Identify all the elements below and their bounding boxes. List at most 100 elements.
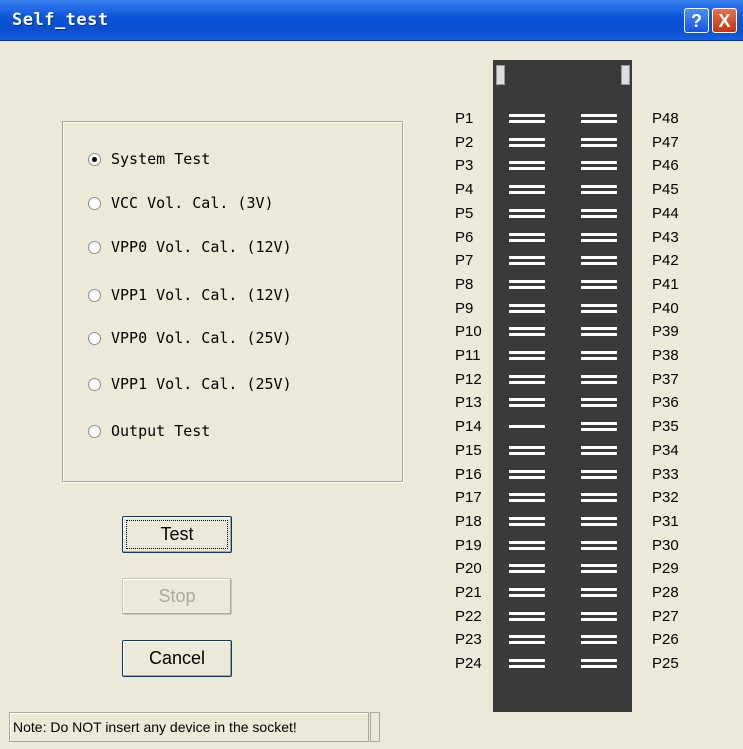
pin-label-left: P2 xyxy=(455,133,474,151)
socket-pin-right xyxy=(581,137,617,149)
socket-pin-right xyxy=(581,303,617,315)
pin-label-left: P14 xyxy=(455,418,482,436)
socket-pin-right xyxy=(581,658,617,670)
pin-label-left: P21 xyxy=(455,584,482,601)
socket-pin-left xyxy=(509,113,545,125)
pin-label-right: P31 xyxy=(652,512,679,530)
pin-label-left: P5 xyxy=(455,204,474,222)
pin-label-left: P22 xyxy=(455,607,482,625)
socket-pin-right xyxy=(581,113,617,125)
radio-system-test[interactable]: System Test xyxy=(88,147,210,171)
pin-label-right: P34 xyxy=(652,441,679,459)
socket-pin-left xyxy=(509,492,545,504)
socket-pin-right xyxy=(581,563,617,575)
radio-vpp0-cal-12v[interactable]: VPP0 Vol. Cal. (12V) xyxy=(88,235,292,259)
pin-label-left: P20 xyxy=(455,560,482,578)
socket-pin-right xyxy=(581,587,617,599)
status-panel xyxy=(370,712,380,742)
socket-lever-right xyxy=(621,65,630,85)
socket-pin-right xyxy=(581,469,617,481)
pin-label-left: P17 xyxy=(455,489,482,507)
radio-icon[interactable] xyxy=(88,240,101,254)
radio-output-test[interactable]: Output Test xyxy=(88,419,210,443)
pin-label-left: P18 xyxy=(455,512,482,530)
socket-pin-right xyxy=(581,611,617,623)
pin-label-right: P40 xyxy=(652,299,679,317)
pin-label-left: P16 xyxy=(455,465,482,483)
pin-label-left: P6 xyxy=(455,228,474,246)
socket-pin-right xyxy=(581,421,617,433)
pin-label-right: P28 xyxy=(652,584,679,601)
radio-icon[interactable] xyxy=(88,288,101,302)
title-bar: Self_test ? X xyxy=(0,0,743,41)
socket-pin-left xyxy=(509,374,545,386)
socket-pin-right xyxy=(581,445,617,457)
socket-pin-right xyxy=(581,540,617,552)
socket-pin-left xyxy=(509,421,545,433)
pin-label-right: P37 xyxy=(652,370,679,388)
socket-pin-left xyxy=(509,255,545,267)
status-note: Note: Do NOT insert any device in the so… xyxy=(9,712,369,742)
pin-label-right: P29 xyxy=(652,560,679,578)
pin-label-left: P7 xyxy=(455,252,474,270)
socket-pin-left xyxy=(509,326,545,338)
pin-label-right: P43 xyxy=(652,228,679,246)
radio-icon[interactable] xyxy=(88,152,101,166)
radio-label: VCC Vol. Cal. (3V) xyxy=(111,194,274,212)
pin-label-right: P35 xyxy=(652,418,679,436)
socket-pin-right xyxy=(581,374,617,386)
socket-pin-right xyxy=(581,516,617,528)
socket-pin-left xyxy=(509,469,545,481)
pin-label-left: P19 xyxy=(455,536,482,554)
radio-icon[interactable] xyxy=(88,196,101,210)
radio-icon[interactable] xyxy=(88,377,101,391)
socket-pin-left xyxy=(509,516,545,528)
socket-pin-left xyxy=(509,397,545,409)
pin-label-right: P38 xyxy=(652,347,679,364)
pin-label-right: P48 xyxy=(652,110,679,127)
socket-pin-left xyxy=(509,137,545,149)
close-button[interactable]: X xyxy=(712,8,737,33)
socket-pin-left xyxy=(509,303,545,315)
pin-label-right: P42 xyxy=(652,252,679,270)
socket-pin-right xyxy=(581,232,617,244)
pin-label-right: P27 xyxy=(652,607,679,625)
socket-pin-left xyxy=(509,563,545,575)
pin-label-left: P3 xyxy=(455,157,474,175)
radio-label: VPP0 Vol. Cal. (12V) xyxy=(111,238,292,256)
socket-pin-left xyxy=(509,279,545,291)
help-button[interactable]: ? xyxy=(684,8,709,33)
socket-pin-left xyxy=(509,445,545,457)
pin-label-left: P1 xyxy=(455,110,474,127)
socket-pin-left xyxy=(509,587,545,599)
test-button[interactable]: Test xyxy=(122,516,232,553)
pin-label-left: P12 xyxy=(455,370,482,388)
socket-lever-left xyxy=(496,65,505,85)
radio-label: VPP1 Vol. Cal. (12V) xyxy=(111,286,292,304)
radio-icon[interactable] xyxy=(88,331,101,345)
radio-vpp1-cal-25v[interactable]: VPP1 Vol. Cal. (25V) xyxy=(88,372,292,396)
socket-pin-right xyxy=(581,492,617,504)
socket-pin-right xyxy=(581,634,617,646)
window-title: Self_test xyxy=(12,10,109,30)
pin-label-left: P8 xyxy=(455,275,474,293)
socket-pin-left xyxy=(509,184,545,196)
socket-pin-left xyxy=(509,350,545,362)
pin-label-right: P25 xyxy=(652,655,679,673)
socket-pin-left xyxy=(509,634,545,646)
pin-label-right: P32 xyxy=(652,489,679,507)
socket-pin-right xyxy=(581,160,617,172)
socket-pin-left xyxy=(509,160,545,172)
pin-label-left: P15 xyxy=(455,441,482,459)
socket-pin-left xyxy=(509,232,545,244)
radio-vpp1-cal-12v[interactable]: VPP1 Vol. Cal. (12V) xyxy=(88,283,292,307)
socket-pin-right xyxy=(581,397,617,409)
radio-vpp0-cal-25v[interactable]: VPP0 Vol. Cal. (25V) xyxy=(88,326,292,350)
pin-label-right: P39 xyxy=(652,323,679,341)
cancel-button[interactable]: Cancel xyxy=(122,640,232,677)
pin-label-left: P13 xyxy=(455,394,482,412)
radio-icon[interactable] xyxy=(88,424,101,438)
radio-vcc-cal-3v[interactable]: VCC Vol. Cal. (3V) xyxy=(88,191,274,215)
socket-pin-left xyxy=(509,611,545,623)
socket-pin-right xyxy=(581,326,617,338)
